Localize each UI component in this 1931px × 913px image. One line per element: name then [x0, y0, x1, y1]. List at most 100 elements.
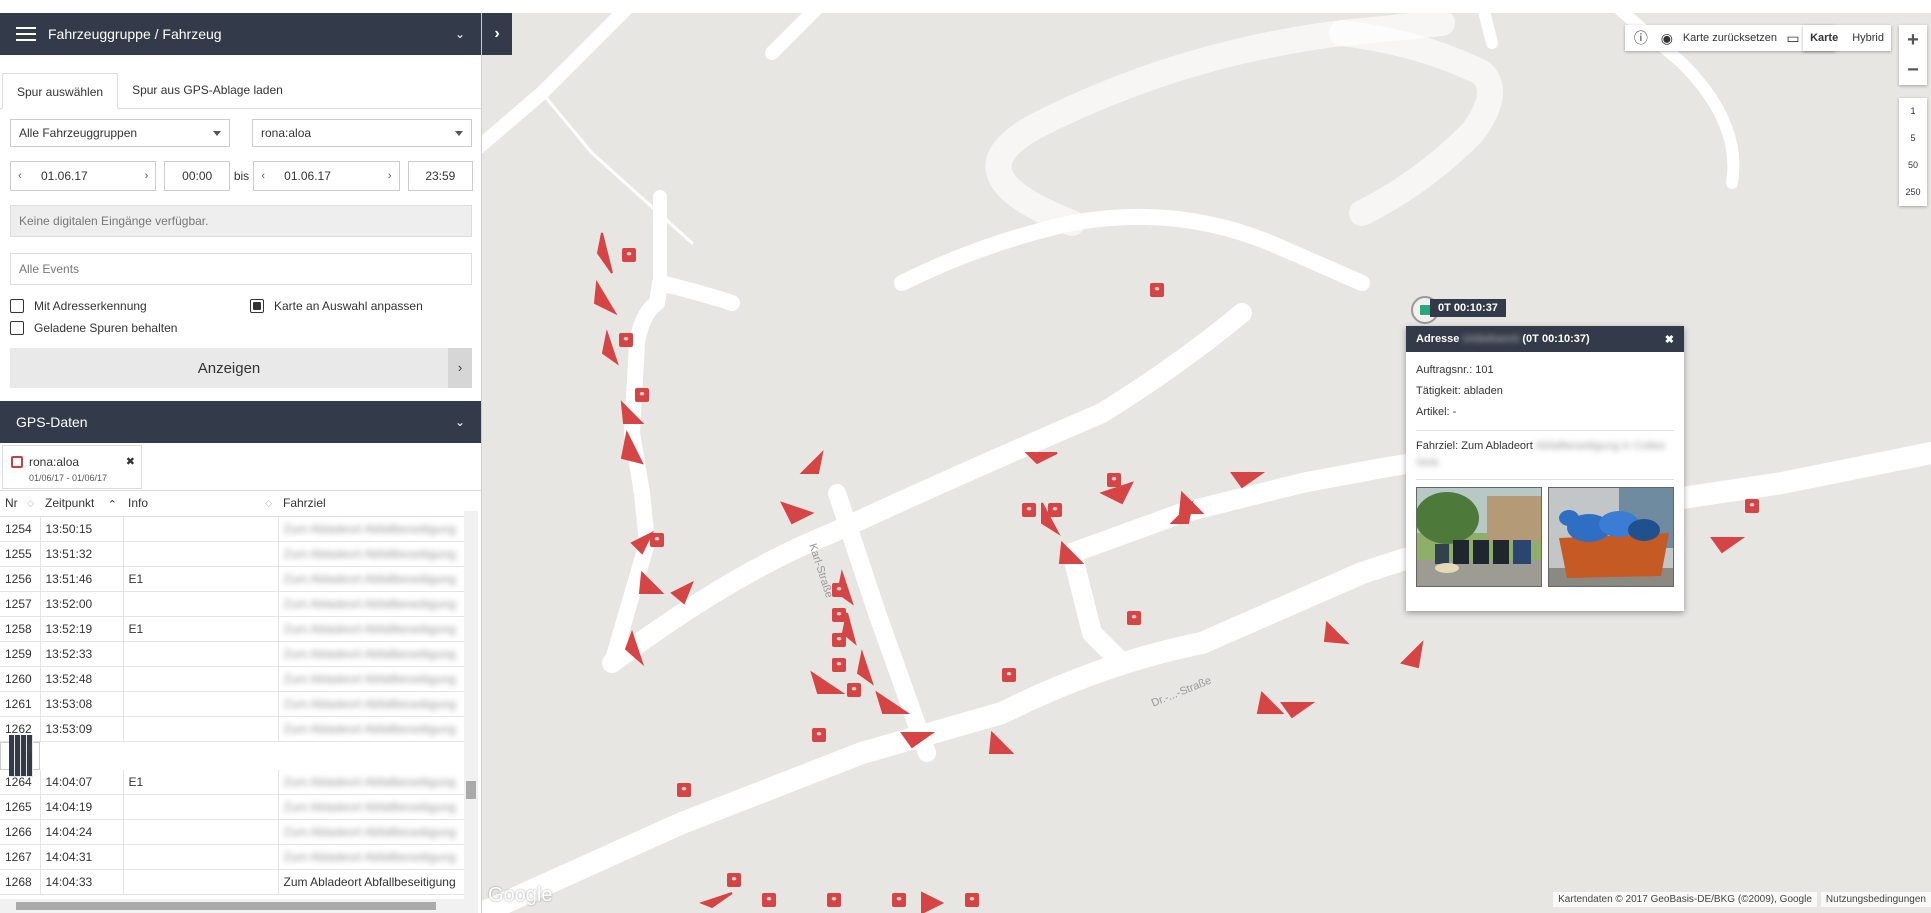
vehicle-select[interactable]: rona:aloa	[252, 119, 472, 147]
cell-info	[123, 691, 279, 717]
chevron-left-icon[interactable]: ‹	[11, 170, 29, 182]
scale-option[interactable]: 50	[1899, 152, 1927, 179]
event-marker[interactable]: ⚭	[832, 658, 846, 672]
event-marker[interactable]: ⚭	[1022, 503, 1036, 517]
table-row[interactable]: 1267 14:04:31 Zum Abladeort Abfallbeseitig…	[0, 844, 465, 870]
zoom-out-button[interactable]: −	[1899, 55, 1927, 85]
fit-map-checkbox[interactable]: Karte an Auswahl anpassen	[250, 295, 423, 317]
cell-time: 13:53:08	[40, 691, 124, 717]
table-row[interactable]: 1255 13:51:32 Zum Abladeort Abfallbeseitig…	[0, 541, 465, 567]
vehicle-panel-header[interactable]: Fahrzeuggruppe / Fahrzeug ⌄	[0, 13, 481, 55]
table-vertical-scrollbar[interactable]	[464, 511, 478, 913]
column-header-zeitpunkt[interactable]: Zeitpunkt ⌃	[40, 491, 123, 517]
to-time-input[interactable]: 23:59	[407, 161, 473, 191]
event-marker[interactable]: ⚭	[727, 873, 741, 887]
table-row[interactable]: 1259 13:52:33 Zum Abladeort Abfallbeseitig…	[0, 641, 465, 667]
table-row[interactable]: 1254 13:50:15 Zum Abladeort Abfallbeseitig…	[0, 516, 465, 542]
scrollbar-thumb[interactable]	[466, 781, 476, 799]
tab-select-track[interactable]: Spur auswählen	[2, 73, 119, 109]
track-chip[interactable]: rona:aloa 01/06/17 - 01/06/17 ✖	[2, 445, 142, 489]
photo-thumbnail-bins[interactable]	[1416, 487, 1542, 587]
checkbox-unchecked-icon	[10, 321, 24, 335]
event-marker[interactable]: ⚭	[635, 388, 649, 402]
gps-panel-header[interactable]: GPS-Daten ⌄	[0, 401, 481, 443]
column-header-fahrziel[interactable]: Fahrziel	[278, 491, 464, 517]
close-icon[interactable]: ✖	[126, 455, 135, 468]
table-row[interactable]: 1261 13:53:08 Zum Abladeort Abfallbeseitig…	[0, 691, 465, 717]
to-date-picker[interactable]: ‹ 01.06.17 ›	[253, 161, 400, 191]
table-row[interactable]: 1258 13:52:19 E1 Zum Abladeort Abfallbeseit…	[0, 616, 465, 642]
scale-option[interactable]: 5	[1899, 125, 1927, 152]
track-color-checkbox[interactable]	[11, 456, 23, 468]
event-marker[interactable]: ⚭	[1002, 668, 1016, 682]
event-marker[interactable]: ⚭	[619, 333, 633, 347]
ruler-icon[interactable]: ▭	[1783, 28, 1803, 48]
from-time-input[interactable]: 00:00	[164, 161, 230, 191]
event-marker[interactable]: ⚭	[847, 683, 861, 697]
event-marker[interactable]: ⚭	[1127, 611, 1141, 625]
map-type-karte[interactable]: Karte	[1803, 25, 1845, 51]
table-row[interactable]: 1268 14:04:33 Zum Abladeort Abfallbeseitig…	[0, 869, 465, 895]
chevron-left-icon[interactable]: ‹	[254, 170, 272, 182]
event-marker[interactable]: ⚭	[812, 728, 826, 742]
from-date-picker[interactable]: ‹ 01.06.17 ›	[10, 161, 157, 191]
event-marker[interactable]: ⚭	[1745, 499, 1759, 513]
event-marker[interactable]: ⚭	[832, 608, 846, 622]
event-marker[interactable]: ⚭	[965, 893, 979, 907]
column-header-info[interactable]: Info ◇	[123, 491, 278, 517]
event-marker[interactable]: ⚭	[1048, 503, 1062, 517]
eye-icon[interactable]: ◉	[1657, 28, 1677, 48]
table-row[interactable]: 1257 13:52:00 Zum Abladeort Abfallbeseitig…	[0, 591, 465, 617]
tab-load-gps-archive[interactable]: Spur aus GPS-Ablage laden	[118, 72, 297, 108]
destination-text: Zum Abladeort Abfallbeseitigung	[283, 571, 456, 586]
scale-option[interactable]: 250	[1899, 179, 1927, 206]
column-header-nr[interactable]: Nr ◇	[0, 491, 40, 517]
destination-text: Zum Abladeort Abfallbeseitigung	[283, 774, 456, 789]
table-row[interactable]: 1264 14:04:07 E1 Zum Abladeort Abfallbeseit…	[0, 769, 465, 795]
event-marker[interactable]: ⚭	[827, 893, 841, 907]
event-marker[interactable]: ⚭	[832, 633, 846, 647]
terms-link[interactable]: Nutzungsbedingungen	[1820, 892, 1931, 907]
hamburger-menu-icon[interactable]	[16, 27, 36, 41]
table-row[interactable]: 1260 13:52:48 Zum Abladeort Abfallbeseitig…	[0, 666, 465, 692]
chevron-down-icon[interactable]: ⌄	[455, 415, 465, 429]
cell-destination: Zum Abladeort Abfallbeseitigung	[278, 641, 465, 667]
keep-tracks-checkbox[interactable]: Geladene Spuren behalten	[10, 317, 473, 339]
google-logo: Google	[488, 884, 553, 906]
chevron-right-icon[interactable]: ›	[381, 170, 399, 182]
popup-title-duration: (0T 00:10:37)	[1522, 333, 1590, 345]
table-row[interactable]: 1256 13:51:46 E1 Zum Abladeort Abfallbeseit…	[0, 566, 465, 592]
photo-thumbnail-container[interactable]	[1548, 487, 1674, 587]
zoom-in-button[interactable]: +	[1899, 25, 1927, 55]
address-recognition-checkbox[interactable]: Mit Adresserkennung	[10, 295, 250, 317]
table-row[interactable]: 1265 14:04:19 Zum Abladeort Abfallbeseitig…	[0, 794, 465, 820]
event-marker[interactable]: ⚭	[1150, 283, 1164, 297]
table-horizontal-scrollbar[interactable]	[0, 899, 464, 913]
cell-destination: Zum Abladeort Abfallbeseitigung	[278, 844, 465, 870]
event-marker[interactable]: ⚭	[892, 893, 906, 907]
destination-text: Zum Abladeort Abfallbeseitigung	[283, 646, 456, 661]
events-input[interactable]: Alle Events	[10, 253, 472, 285]
map-canvas[interactable]: ⚭ ⚭ ⚭ ⚭ ⚭ ⚭ ⚭ ⚭ ⚭ ⚭ ⚭ ⚭ ⚭ ⚭ ⚭ ⚭ ⚭ ⚭ ⚭ ⚭ …	[482, 13, 1931, 913]
scrollbar-thumb[interactable]	[16, 902, 436, 910]
chevron-right-icon[interactable]: ›	[137, 170, 155, 182]
event-marker[interactable]: ⚭	[677, 783, 691, 797]
close-icon[interactable]: ✖	[1665, 333, 1674, 346]
show-button[interactable]: Anzeigen ›	[10, 348, 472, 388]
reset-map-button[interactable]: Karte zurücksetzen	[1683, 32, 1777, 44]
collapse-panel-button[interactable]: ›	[482, 13, 512, 55]
attribution-text: Kartendaten © 2017 GeoBasis-DE/BKG (©200…	[1553, 892, 1817, 907]
event-marker[interactable]: ⚭	[622, 248, 636, 262]
table-row[interactable]: 1266 14:04:24 Zum Abladeort Abfallbeseitig…	[0, 819, 465, 845]
event-marker[interactable]: ⚭	[1107, 473, 1121, 487]
chevron-down-icon[interactable]: ⌄	[455, 27, 465, 41]
map-type-hybrid[interactable]: Hybrid	[1845, 25, 1891, 51]
event-marker[interactable]: ⚭	[762, 893, 776, 907]
scale-option[interactable]: 1	[1899, 98, 1927, 125]
chevron-right-icon[interactable]: ›	[448, 348, 472, 388]
info-icon[interactable]: ⓘ	[1631, 28, 1651, 48]
event-marker[interactable]: ⚭	[650, 533, 664, 547]
table-row[interactable]: 1262 13:53:09 Zum Abladeort Abfallbeseitig…	[0, 716, 465, 742]
vehicle-group-select[interactable]: Alle Fahrzeuggruppen	[10, 119, 230, 147]
table-row[interactable]: 126313:53:30STOP (0T 00:10:37)E1 (19)Zum…	[0, 734, 40, 777]
